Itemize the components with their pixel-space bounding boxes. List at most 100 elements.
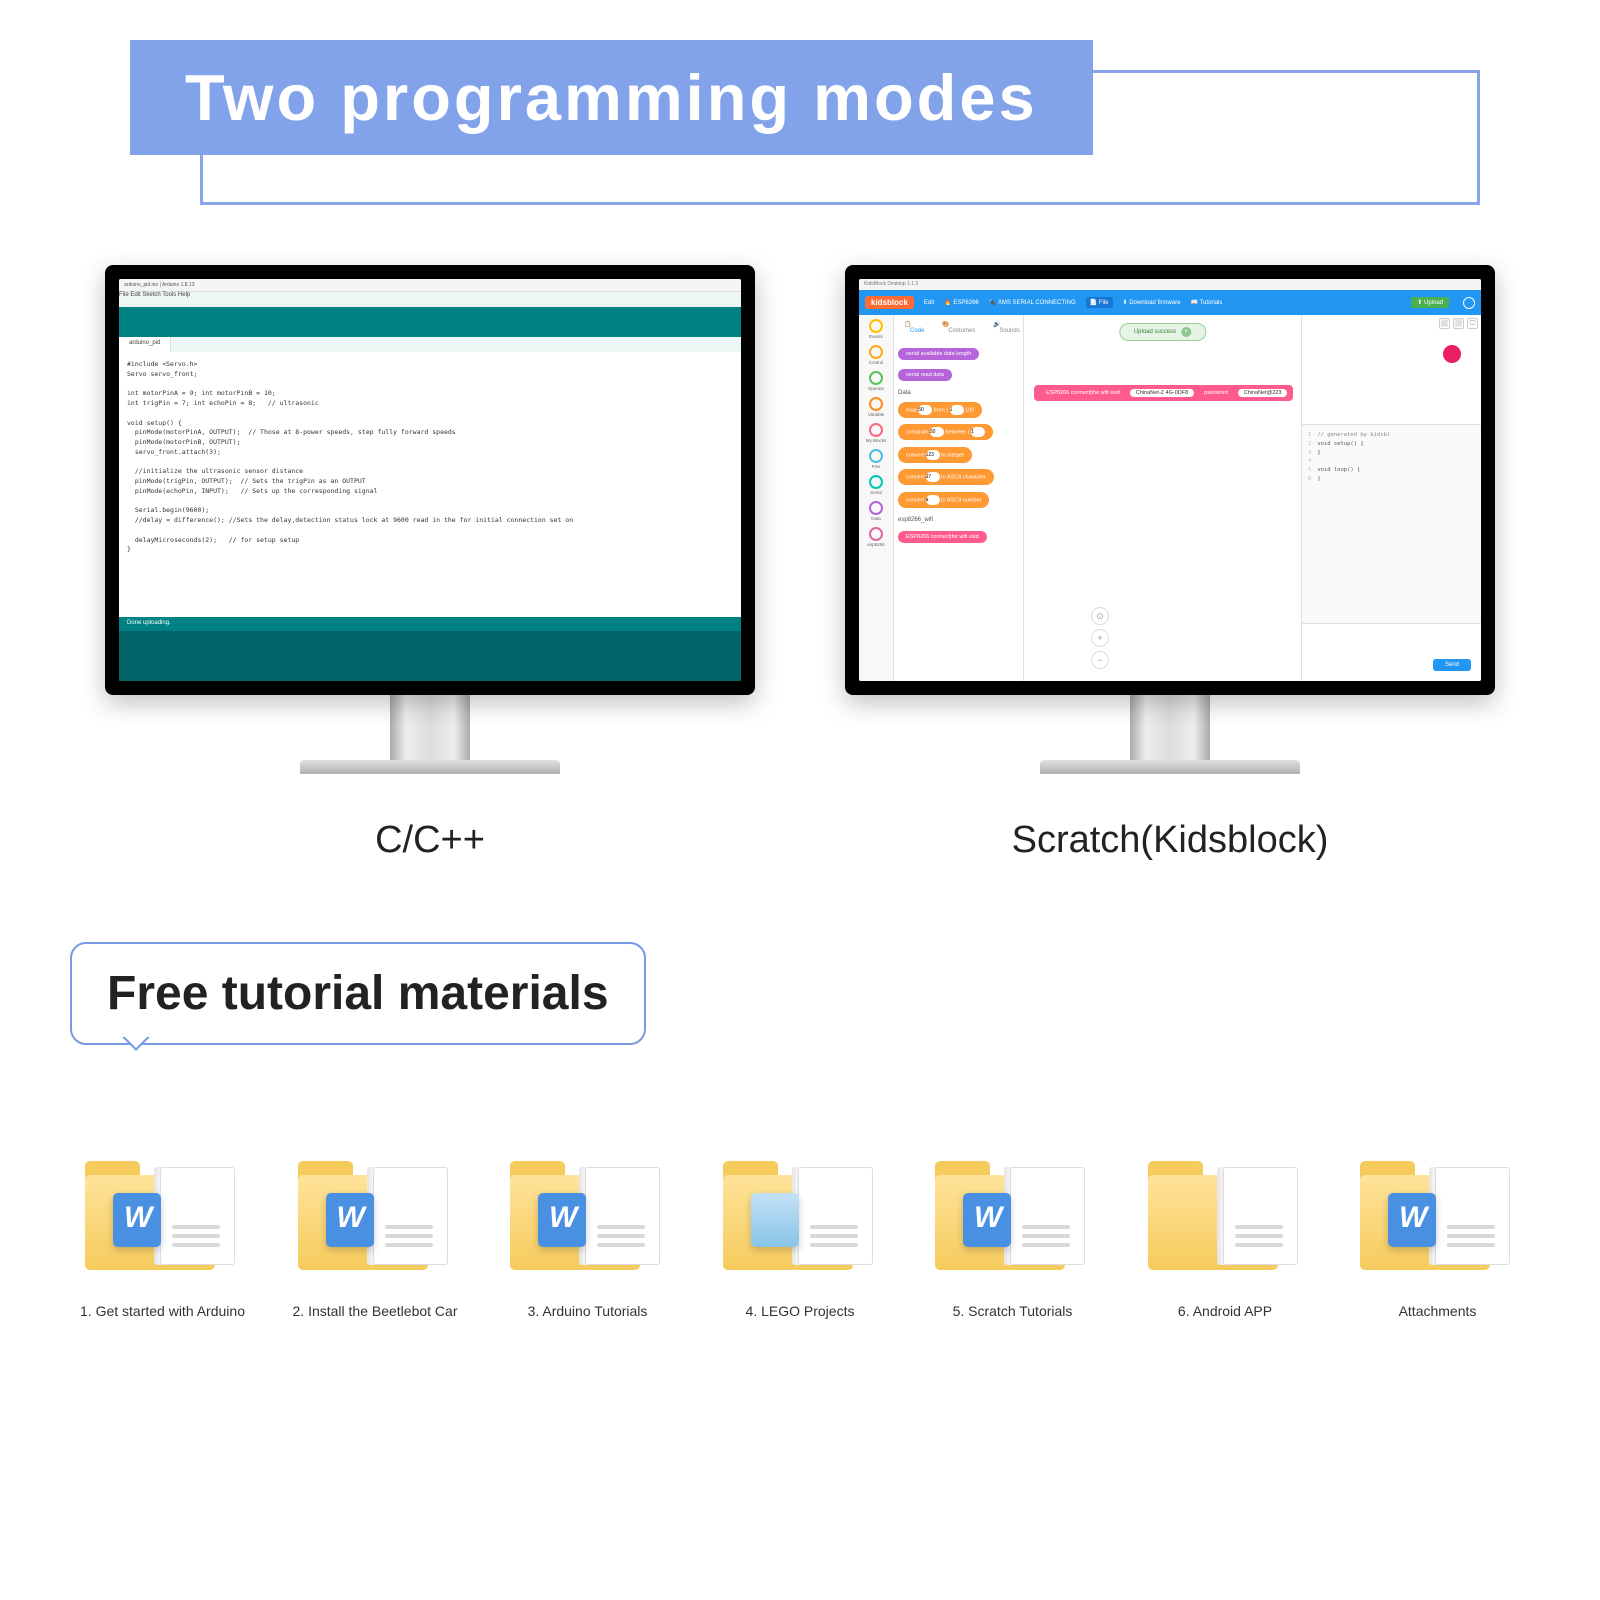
kb-connection[interactable]: 🔌 XMS SERIAL CONNECTING [989,299,1076,306]
stage-icons: ⬜ ⬜ 🖵 [1439,318,1478,329]
monitor-label-left: C/C++ [375,819,485,862]
folder-item[interactable]: 5. Scratch Tutorials [915,1155,1110,1319]
tab-code[interactable]: 📋 Code [898,319,936,336]
zoom-controls: ⊙ + − [1091,607,1109,669]
kb-edit[interactable]: Edit [924,300,934,306]
monitor-frame-right: KidsBlock Desktop 1.1.3 kidsblock Edit 🔥… [845,265,1495,695]
data-block[interactable]: constrain between ( [898,424,993,440]
kb-right-panel: ⬜ ⬜ 🖵 1// generated by kidsbl2void setup… [1301,315,1481,681]
main-title: Two programming modes [130,40,1093,155]
monitor-stand-base [300,760,560,774]
kb-categories: Events Control Operato Variable My Blocks Pin… [859,315,894,681]
folder-item[interactable]: 1. Get started with Arduino [65,1155,260,1319]
monitors-row: arduino_pid.ino | Arduino 1.8.13 File Ed… [60,265,1540,862]
canvas-script[interactable]: ESP8266 connect|the wifi ssid ChinaNet-Z… [1034,385,1293,401]
category-events[interactable]: Events [859,319,893,339]
data-block[interactable]: convert to ASCII character [898,469,994,485]
kb-code-preview: 1// generated by kidsbl2void setup() {3}… [1302,425,1481,623]
kb-titlebar: KidsBlock Desktop 1.1.3 [859,279,1481,290]
kidsblock-screen: KidsBlock Desktop 1.1.3 kidsblock Edit 🔥… [859,279,1481,681]
folder-icon [1360,1155,1515,1285]
kb-tabs: 📋 Code 🎨 Costumes 🔊 Sounds [898,319,1019,336]
folder-item[interactable]: 6. Android APP [1128,1155,1323,1319]
folder-icon [85,1155,240,1285]
zoom-in-icon[interactable]: + [1091,629,1109,647]
kb-canvas[interactable]: Upload success × ESP8266 connect|the wif… [1024,315,1301,681]
category-my blocks[interactable]: My Blocks [859,423,893,443]
arduino-titlebar: arduino_pid.ino | Arduino 1.8.13 [119,279,741,292]
send-button[interactable]: Send [1433,659,1471,671]
folder-label: 2. Install the Beetlebot Car [293,1303,458,1319]
category-serial[interactable]: Serial [859,475,893,495]
data-block[interactable]: convert to ASCII number [898,492,989,508]
folder-label: 6. Android APP [1178,1303,1272,1319]
folder-label: 5. Scratch Tutorials [953,1303,1073,1319]
folders-row: 1. Get started with Arduino 2. Install th… [60,1155,1540,1319]
block[interactable]: serial available data length [898,348,979,360]
stage-icon-3[interactable]: 🖵 [1467,318,1478,329]
arduino-code: #include <Servo.h> Servo servo_front; in… [119,352,741,632]
folder-label: 1. Get started with Arduino [80,1303,245,1319]
tutorial-title-box: Free tutorial materials [70,942,646,1045]
stage-icon-2[interactable]: ⬜ [1453,318,1464,329]
category-pins[interactable]: Pins [859,449,893,469]
monitor-frame-left: arduino_pid.ino | Arduino 1.8.13 File Ed… [105,265,755,695]
zoom-target-icon[interactable]: ⊙ [1091,607,1109,625]
folder-label: Attachments [1399,1303,1477,1319]
gear-icon[interactable] [1463,297,1475,309]
kb-device[interactable]: 🔥 ESP8266 [944,299,979,306]
esp-connect-block[interactable]: ESP8266 connect|the wifi ssid ChinaNet-Z… [1034,385,1293,401]
folder-item[interactable]: 3. Arduino Tutorials [490,1155,685,1319]
kb-download[interactable]: ⬇ Download firmware [1123,299,1181,306]
data-label: Data [898,390,1019,396]
folder-item[interactable]: 2. Install the Beetlebot Car [278,1155,473,1319]
data-block[interactable]: map from ( 100 [898,402,982,418]
stage-icon-1[interactable]: ⬜ [1439,318,1450,329]
monitor-stand-neck [390,695,470,760]
data-block[interactable]: convert to integer [898,447,972,463]
monitor-kidsblock: KidsBlock Desktop 1.1.3 kidsblock Edit 🔥… [845,265,1495,862]
monitor-label-right: Scratch(Kidsblock) [1012,819,1329,862]
arduino-status: Done uploading. [119,617,741,631]
arduino-toolbar [119,307,741,337]
arduino-menu: File Edit Sketch Tools Help [119,292,741,307]
folder-icon [1148,1155,1303,1285]
block[interactable]: serial read data [898,369,952,381]
sprite-icon[interactable] [1443,345,1461,363]
kb-stage: ⬜ ⬜ 🖵 [1302,315,1481,425]
kb-file[interactable]: 📄 File [1086,297,1113,308]
category-esp8266[interactable]: esp8266 [859,527,893,547]
folder-item[interactable]: 4. LEGO Projects [703,1155,898,1319]
kb-body: Events Control Operato Variable My Blocks Pin… [859,315,1481,681]
folder-icon [935,1155,1090,1285]
monitor-stand-base [1040,760,1300,774]
folder-label: 4. LEGO Projects [746,1303,855,1319]
close-icon[interactable]: × [1181,327,1191,337]
wifi-block[interactable]: ESP8266 connect|for wifi ssid [898,531,987,543]
kb-tutorials[interactable]: 📖 Tutorials [1191,299,1223,306]
category-operato[interactable]: Operato [859,371,893,391]
arduino-console [119,631,741,681]
folder-icon [723,1155,878,1285]
tab-costumes[interactable]: 🎨 Costumes [936,319,987,336]
zoom-out-icon[interactable]: − [1091,651,1109,669]
monitor-arduino: arduino_pid.ino | Arduino 1.8.13 File Ed… [105,265,755,862]
folder-label: 3. Arduino Tutorials [528,1303,648,1319]
monitor-stand-neck [1130,695,1210,760]
kb-upload-button[interactable]: ⬆ Upload [1411,297,1449,308]
folder-icon [298,1155,453,1285]
arduino-sketchtab: arduino_pid [119,337,741,352]
category-variable[interactable]: Variable [859,397,893,417]
kb-palette: 📋 Code 🎨 Costumes 🔊 Sounds serial availa… [894,315,1024,681]
kb-brand: kidsblock [865,296,914,309]
title-section: Two programming modes [130,40,1470,155]
arduino-screen: arduino_pid.ino | Arduino 1.8.13 File Ed… [119,279,741,681]
upload-success-toast: Upload success × [1119,323,1206,341]
folder-item[interactable]: Attachments [1340,1155,1535,1319]
kb-toolbar: kidsblock Edit 🔥 ESP8266 🔌 XMS SERIAL CO… [859,290,1481,315]
folder-icon [510,1155,665,1285]
wifi-label: esp8266_wifi [898,517,1019,523]
category-control[interactable]: Control [859,345,893,365]
category-data[interactable]: Data [859,501,893,521]
kb-bottom: Send [1302,623,1481,681]
